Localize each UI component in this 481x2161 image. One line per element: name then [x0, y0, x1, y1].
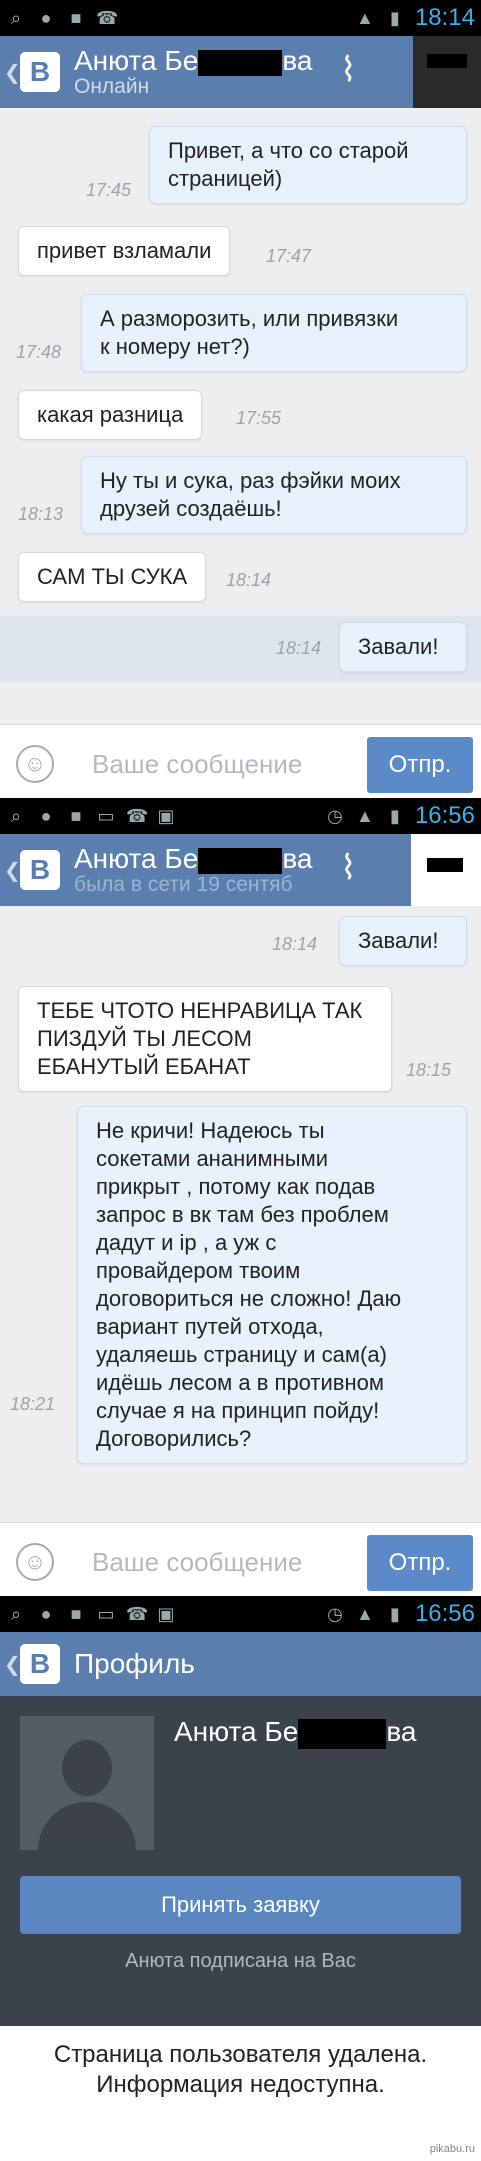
message-bubble: привет взламали — [18, 226, 231, 276]
last-seen-status: была в сети 19 сентяб — [74, 873, 293, 896]
app-icon: ● — [40, 1604, 52, 1624]
message-time: 18:13 — [18, 504, 64, 524]
viber-icon: ☎ — [126, 1604, 149, 1624]
screenshot-collage: ⌕ ● ■ ☎ ▲ ▮ 18:14 ❮ В Анюта Бе ва Онлайн ⌇ При… — [0, 0, 481, 2161]
search-icon: ⌕ — [10, 8, 22, 28]
message-time: 18:14 — [272, 934, 318, 954]
message-bubble: Не кричи! Надеюсь ты сокетами ананимными… — [77, 1106, 467, 1464]
status-bar: ⌕ ● ■ ▭ ☎ ▣ ◷ ▲ ▮ 16:56 — [0, 1596, 481, 1632]
clock: 16:56 — [414, 1600, 475, 1627]
compose-bar: ☺ Ваше сообщение Отпр. — [0, 724, 481, 804]
battery-icon: ▮ — [389, 1604, 400, 1624]
message-time: 17:45 — [86, 180, 132, 200]
message-time: 17:55 — [236, 408, 282, 428]
app-icon: ● — [40, 8, 52, 28]
avatar[interactable] — [411, 834, 481, 906]
message-bubble: Завали! — [339, 916, 467, 966]
vk-logo[interactable]: В — [20, 52, 60, 92]
message-bubble: какая разница — [18, 390, 203, 440]
message-time: 17:47 — [266, 246, 312, 266]
search-icon: ⌕ — [10, 806, 22, 826]
message-list[interactable]: Завали! 18:14 ТЕБЕ ЧТОТО НЕНРАВИЦА ТАК П… — [0, 906, 481, 1522]
online-status: Онлайн — [74, 75, 150, 98]
avatar[interactable] — [413, 36, 481, 108]
back-chevron-icon[interactable]: ❮ — [4, 60, 21, 85]
subscribed-note: Анюта подписана на Вас — [125, 1950, 356, 1972]
gallery-icon: ▭ — [97, 806, 115, 826]
send-button[interactable]: Отпр. — [367, 737, 473, 793]
redaction — [298, 1718, 387, 1749]
profile-header: ❮ В Профиль — [0, 1632, 481, 1696]
clock: 16:56 — [414, 802, 475, 829]
app-icon: ■ — [70, 8, 82, 28]
message-list[interactable]: Привет, а что со старой страницей) 17:45… — [0, 108, 481, 724]
message-time: 17:48 — [16, 342, 62, 362]
smile-icon[interactable]: ☺ — [16, 1543, 54, 1581]
message-time: 18:21 — [10, 1394, 56, 1414]
message-bubble: А разморозить, или привязки к номеру нет… — [81, 294, 467, 372]
smile-icon[interactable]: ☺ — [16, 745, 54, 783]
battery-icon: ▮ — [389, 8, 400, 28]
message-input[interactable]: Ваше сообщение — [92, 1547, 302, 1578]
app-icon: ▣ — [157, 1604, 175, 1624]
signal-icon: ▲ — [356, 1604, 374, 1624]
viber-icon: ☎ — [126, 806, 149, 826]
message-bubble: Завали! — [339, 622, 467, 672]
alarm-icon: ◷ — [327, 806, 343, 826]
message-time: 18:14 — [276, 638, 322, 658]
app-icon: ■ — [70, 1604, 82, 1624]
clock: 18:14 — [414, 4, 475, 31]
vk-logo[interactable]: В — [20, 1644, 60, 1684]
attach-icon[interactable]: ⌇ — [340, 50, 357, 90]
redaction — [198, 847, 283, 874]
deleted-page-notice: Страница пользователя удалена. Информаци… — [53, 2041, 428, 2098]
contact-name[interactable]: Анюта Бе ва — [74, 844, 312, 874]
chat-header: ❮ В Анюта Бе ва была в сети 19 сентяб ⌇ — [0, 834, 481, 906]
compose-bar: ☺ Ваше сообщение Отпр. — [0, 1522, 481, 1602]
avatar-placeholder — [20, 1716, 154, 1850]
accept-request-button[interactable]: Принять заявку — [20, 1876, 461, 1934]
message-time: 18:15 — [406, 1060, 452, 1080]
signal-icon: ▲ — [356, 806, 374, 826]
send-button[interactable]: Отпр. — [367, 1535, 473, 1591]
back-chevron-icon[interactable]: ❮ — [4, 858, 21, 883]
app-icon: ■ — [70, 806, 82, 826]
profile-card: Анюта Бе ва Принять заявку Анюта подписан… — [0, 1696, 481, 2026]
status-bar: ⌕ ● ■ ▭ ☎ ▣ ◷ ▲ ▮ 16:56 — [0, 798, 481, 834]
back-chevron-icon[interactable]: ❮ — [4, 1652, 21, 1677]
redaction — [198, 49, 283, 76]
viber-icon: ☎ — [96, 8, 119, 28]
message-bubble: ТЕБЕ ЧТОТО НЕНРАВИЦА ТАК ПИЗДУЙ ТЫ ЛЕСОМ… — [18, 986, 392, 1092]
app-icon: ▣ — [157, 806, 175, 826]
search-icon: ⌕ — [10, 1604, 22, 1624]
message-bubble: САМ ТЫ СУКА — [18, 552, 207, 602]
attach-icon[interactable]: ⌇ — [340, 848, 357, 888]
status-bar: ⌕ ● ■ ☎ ▲ ▮ 18:14 — [0, 0, 481, 36]
contact-name[interactable]: Анюта Бе ва — [74, 46, 312, 76]
message-bubble: Привет, а что со старой страницей) — [149, 126, 467, 204]
chat-header: ❮ В Анюта Бе ва Онлайн ⌇ — [0, 36, 481, 108]
message-time: 18:14 — [226, 570, 272, 590]
message-input[interactable]: Ваше сообщение — [92, 749, 302, 780]
gallery-icon: ▭ — [97, 1604, 115, 1624]
page-title: Профиль — [74, 1648, 195, 1679]
alarm-icon: ◷ — [327, 1604, 343, 1624]
message-bubble: Ну ты и сука, раз фэйки моих друзей созд… — [81, 456, 467, 534]
signal-icon: ▲ — [356, 8, 374, 28]
profile-name: Анюта Бе ва — [174, 1716, 417, 1749]
app-icon: ● — [40, 806, 52, 826]
vk-logo[interactable]: В — [20, 850, 60, 890]
watermark: pikabu.ru — [429, 2143, 475, 2155]
battery-icon: ▮ — [389, 806, 400, 826]
